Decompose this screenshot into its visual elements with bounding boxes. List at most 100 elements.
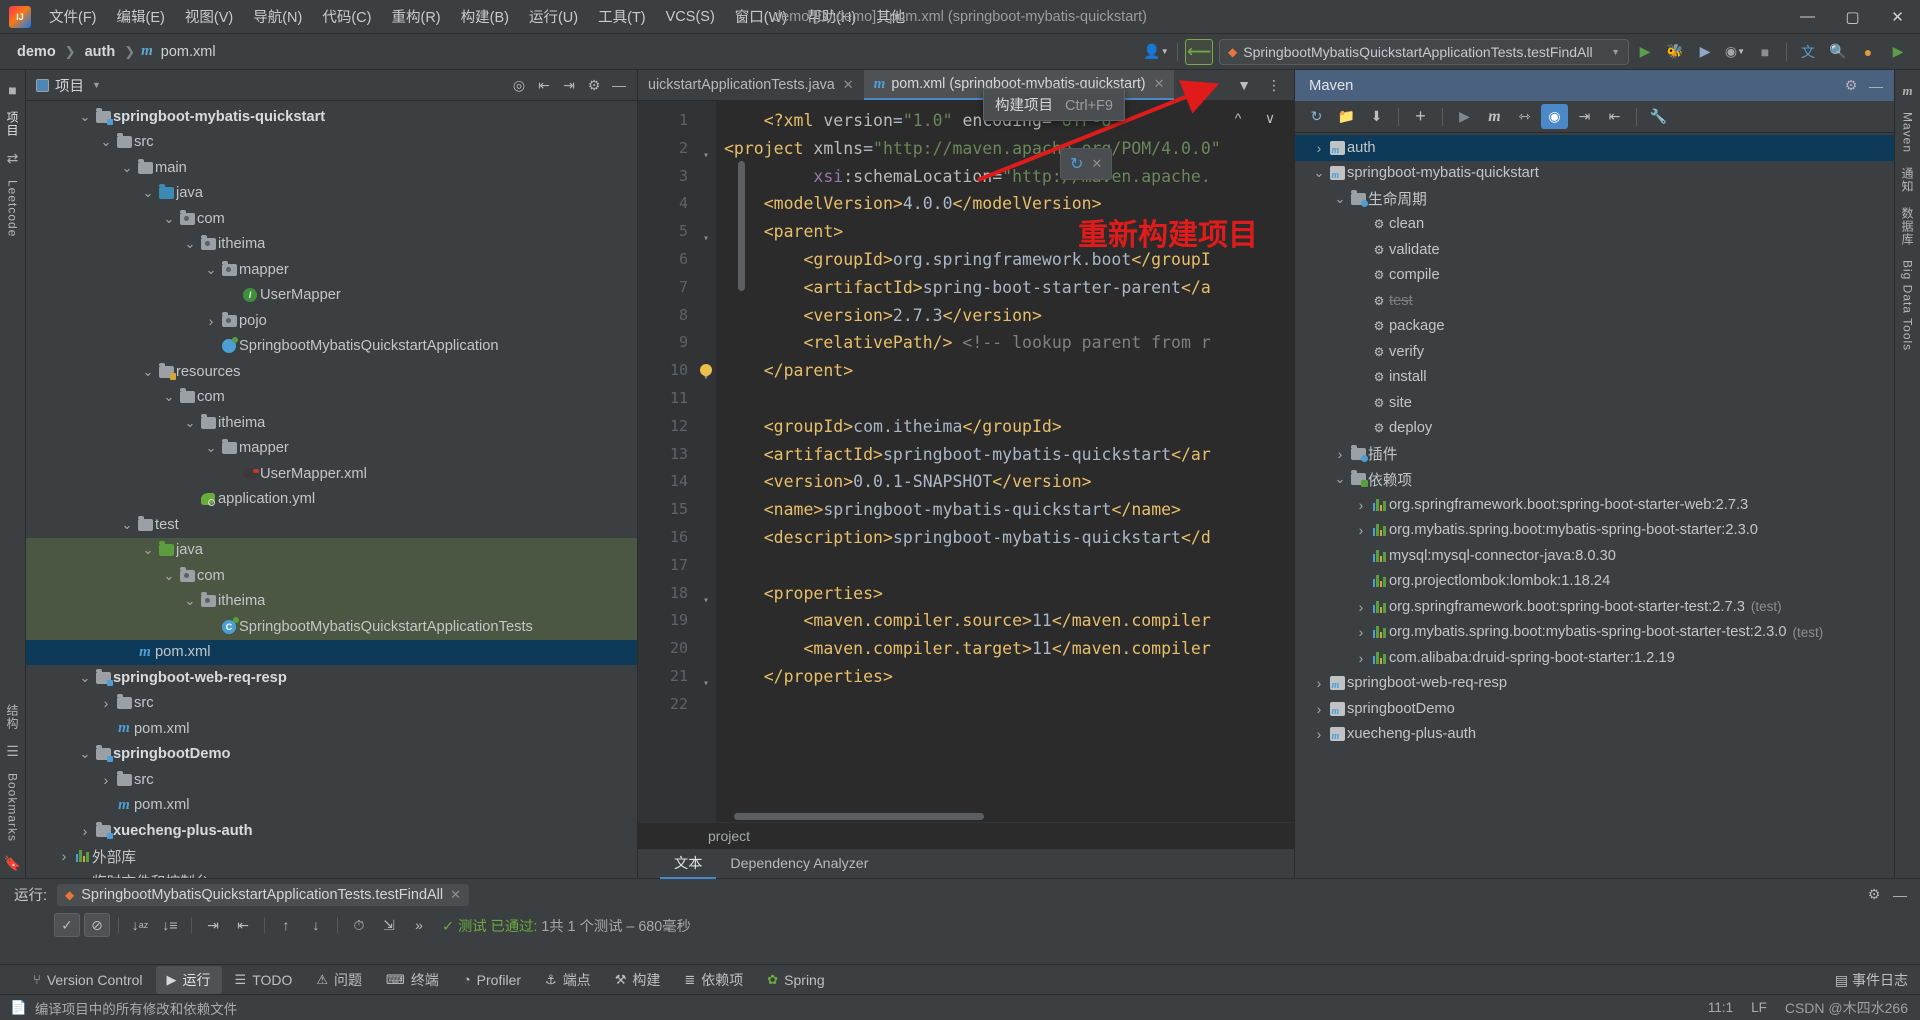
tree-row[interactable]: ⚙ compile	[1295, 263, 1894, 289]
chevron-right-icon[interactable]: ›	[1311, 726, 1327, 742]
tab-text[interactable]: 文本	[660, 849, 717, 879]
tool-window-button-1[interactable]: ▶ 运行	[155, 965, 222, 994]
tree-row[interactable]: ⌄ springboot-web-req-resp	[26, 665, 637, 691]
intention-bulb-icon[interactable]	[700, 364, 712, 377]
breadcrumb-demo[interactable]: demo	[14, 42, 59, 62]
history-icon[interactable]: ⏱	[346, 913, 372, 937]
tree-row[interactable]: ⚙ install	[1295, 365, 1894, 391]
line-separator[interactable]: LF	[1751, 1000, 1767, 1015]
run-tab[interactable]: ◆ SpringbootMybatisQuickstartApplication…	[57, 883, 470, 906]
collapse-all-icon[interactable]: ⇤	[532, 74, 556, 97]
tool-window-button-2[interactable]: ☰ TODO	[224, 968, 304, 992]
tree-row[interactable]: ⌄ mapper	[26, 257, 637, 283]
tree-row[interactable]: › org.springframework.boot:spring-boot-st…	[1295, 492, 1894, 518]
chevron-right-icon[interactable]: ›	[98, 772, 114, 788]
tree-row[interactable]: m pom.xml	[26, 716, 637, 742]
tree-row[interactable]: I UserMapper	[26, 283, 637, 309]
menu-item-0[interactable]: 文件(F)	[39, 2, 107, 31]
rail-item-project[interactable]: 项目	[4, 104, 21, 144]
tree-row[interactable]: ⌄ com	[26, 206, 637, 232]
tree-row[interactable]: C SpringbootMybatisQuickstartApplicationT…	[26, 614, 637, 640]
tree-row[interactable]: ⌄ mapper	[26, 436, 637, 462]
tool-window-button-6[interactable]: ⚓ 端点	[534, 966, 602, 994]
project-tree[interactable]: ⌄ springboot-mybatis-quickstart ⌄ src ⌄ main ⌄…	[26, 101, 637, 878]
chevron-right-icon[interactable]: ›	[1353, 624, 1369, 640]
chevron-down-icon[interactable]: ⌄	[203, 263, 219, 276]
prev-test-icon[interactable]: ↑	[273, 913, 299, 937]
debug-button[interactable]: 🐝	[1661, 39, 1689, 65]
breadcrumb-pom[interactable]: pom.xml	[158, 42, 219, 62]
tree-row[interactable]: ⌄ resources	[26, 359, 637, 385]
close-icon[interactable]: ✕	[1091, 156, 1102, 172]
maximize-button[interactable]: ▢	[1830, 0, 1875, 33]
tree-row[interactable]: ⚙ validate	[1295, 237, 1894, 263]
menu-item-9[interactable]: VCS(S)	[656, 5, 725, 29]
chevron-down-icon[interactable]: ⌄	[203, 441, 219, 454]
tree-row[interactable]: ›⟡临时文件和控制台	[26, 869, 637, 878]
close-icon[interactable]: ✕	[1154, 76, 1165, 92]
fold-marker[interactable]: ▾	[696, 225, 709, 244]
tree-row[interactable]: m pom.xml	[26, 793, 637, 819]
tool-window-button-5[interactable]: ◔ Profiler	[452, 968, 532, 992]
menu-item-12[interactable]: 其他	[866, 2, 915, 31]
chevron-down-icon[interactable]: ⌄	[119, 518, 135, 531]
editor-scrollbar-vertical[interactable]	[738, 161, 745, 291]
menu-item-10[interactable]: 窗口(W)	[725, 2, 797, 31]
commit-rail-icon[interactable]: ⇄	[7, 144, 19, 173]
fold-marker[interactable]: ▾	[696, 142, 709, 161]
hide-icon[interactable]: —	[607, 74, 631, 97]
run-icon[interactable]: ▶	[1451, 104, 1478, 129]
chevron-right-icon[interactable]: ›	[1311, 675, 1327, 691]
tree-row[interactable]: › 插件	[1295, 441, 1894, 467]
chevron-down-icon[interactable]: ⌄	[77, 747, 93, 760]
tree-row[interactable]: ⌄ src	[26, 130, 637, 156]
hide-icon[interactable]: —	[1864, 74, 1888, 97]
chevron-down-icon[interactable]: ⌄	[182, 416, 198, 429]
event-log-button[interactable]: ▤ 事件日志	[1835, 970, 1908, 990]
editor-scrollbar-horizontal[interactable]	[734, 813, 984, 820]
wrench-icon[interactable]: 🔧	[1645, 104, 1672, 129]
rail-item-maven[interactable]: Maven	[1901, 105, 1915, 160]
chevron-down-icon[interactable]: ⌄	[161, 569, 177, 582]
caret-position[interactable]: 11:1	[1708, 1000, 1733, 1015]
hide-ignored-icon[interactable]: ⊘	[84, 913, 110, 937]
tree-row[interactable]: ⌄ com	[26, 385, 637, 411]
tree-row[interactable]: › 外部库	[26, 844, 637, 870]
close-button[interactable]: ✕	[1875, 0, 1920, 33]
collapse-all-icon[interactable]: ⇤	[230, 913, 256, 937]
minimize-button[interactable]: —	[1785, 0, 1830, 33]
tree-row[interactable]: › springboot-web-req-resp	[1295, 671, 1894, 697]
chevron-down-icon[interactable]: ⌄	[1332, 472, 1348, 485]
expand-icon[interactable]: ⇥	[557, 74, 581, 97]
chevron-right-icon[interactable]: ›	[1353, 522, 1369, 538]
export-icon[interactable]: ⇲	[376, 913, 402, 937]
translate-icon[interactable]: 文	[1794, 39, 1822, 65]
stop-button[interactable]: ■	[1751, 39, 1779, 65]
add-icon[interactable]: +	[1407, 104, 1434, 129]
next-occurrence-icon[interactable]: ∨	[1256, 105, 1284, 131]
maven-reload-float-icon[interactable]: ↻ ✕	[1060, 148, 1113, 180]
tree-row[interactable]: ⚙ clean	[1295, 212, 1894, 238]
settings-icon[interactable]: ⚙	[1839, 74, 1863, 97]
search-icon[interactable]: 🔍	[1824, 39, 1852, 65]
chevron-right-icon[interactable]: ›	[77, 823, 93, 839]
menu-item-6[interactable]: 构建(B)	[451, 2, 519, 31]
chevron-right-icon[interactable]: ›	[98, 695, 114, 711]
tree-row[interactable]: › src	[26, 767, 637, 793]
run-configuration-selector[interactable]: ◆ SpringbootMybatisQuickstartApplication…	[1219, 38, 1629, 65]
tree-row[interactable]: m pom.xml	[26, 639, 637, 665]
more-options-icon[interactable]: ⋮	[1260, 72, 1288, 98]
refresh-icon[interactable]: ↻	[1303, 104, 1330, 129]
menu-item-11[interactable]: 帮助(H)	[797, 2, 866, 31]
chevron-right-icon[interactable]: ›	[56, 874, 72, 878]
tree-row[interactable]: org.projectlombok:lombok:1.18.24	[1295, 569, 1894, 595]
tree-row[interactable]: mysql:mysql-connector-java:8.0.30	[1295, 543, 1894, 569]
tool-window-button-3[interactable]: ⚠ 问题	[305, 966, 373, 994]
profiler-button[interactable]: ◉ ▼	[1721, 39, 1749, 65]
menu-item-5[interactable]: 重构(R)	[381, 2, 450, 31]
tree-row[interactable]: ⌄ springboot-mybatis-quickstart	[1295, 161, 1894, 187]
tool-window-button-9[interactable]: ✿ Spring	[756, 968, 835, 992]
more-icon[interactable]: »	[406, 913, 432, 937]
rail-item-bookmarks[interactable]: Bookmarks	[6, 766, 20, 849]
chevron-down-icon[interactable]: ⌄	[119, 161, 135, 174]
